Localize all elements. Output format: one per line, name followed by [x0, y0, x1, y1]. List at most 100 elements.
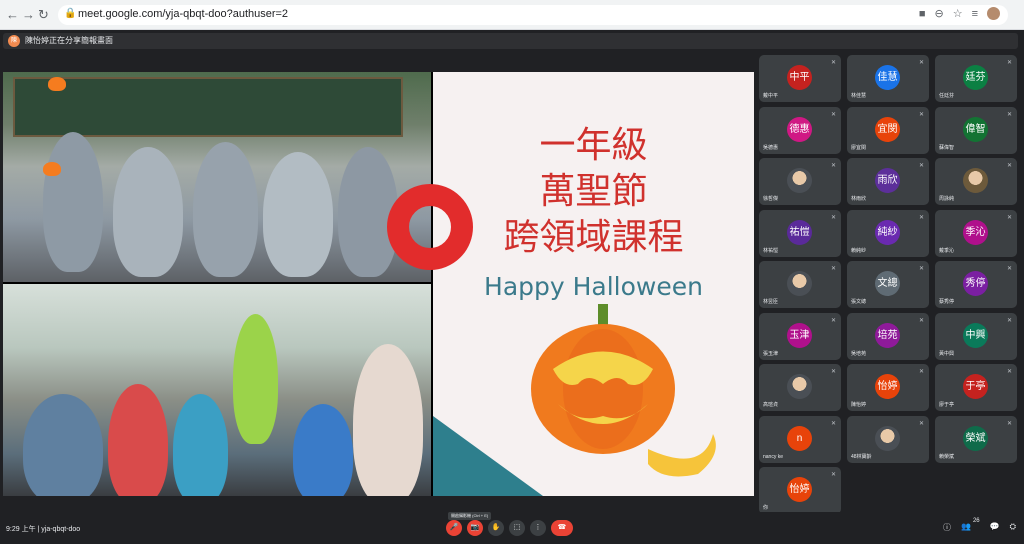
participant-tile[interactable]: 玉津 張玉津 ✕	[759, 312, 841, 360]
camera-toggle-button[interactable]: 📷	[467, 520, 483, 536]
zoom-icon[interactable]: ⊖	[934, 7, 943, 20]
profile-avatar[interactable]	[987, 7, 1000, 20]
chat-icon[interactable]: 💬	[990, 522, 1000, 533]
participant-tile[interactable]: 廷芬任廷芬 ✕	[935, 55, 1017, 102]
muted-mic-icon: ✕	[830, 60, 836, 66]
raise-hand-button[interactable]: ✋	[488, 520, 504, 536]
address-bar[interactable]: 🔒 meet.google.com/yja-qbqt-doo?authuser=…	[58, 5, 1008, 25]
muted-mic-icon: ✕	[830, 163, 836, 169]
participant-tile[interactable]: 48林寶齡 ✕	[847, 415, 929, 463]
muted-mic-icon: ✕	[1006, 266, 1012, 272]
blackboard	[13, 77, 403, 137]
activities-icon[interactable]: ⛭	[1010, 522, 1016, 533]
participant-tile[interactable]: 榮斌 賴榮斌 ✕	[935, 415, 1017, 463]
participant-name: 林佳慧	[851, 93, 867, 99]
camera-tooltip: 開啟攝影機 (Ctrl + E)	[448, 512, 492, 520]
muted-mic-icon: ✕	[918, 266, 924, 272]
reload-icon[interactable]: ↻	[38, 7, 49, 23]
mic-toggle-button[interactable]: 🎤	[446, 520, 462, 536]
lock-icon: 🔒	[64, 8, 77, 19]
participant-tile[interactable]: n nancy ke ✕	[759, 415, 841, 463]
participant-tile[interactable]: 徐哲傑 ✕	[759, 158, 841, 205]
slide-title-panel: 一年級 萬聖節 跨領域課程 Happy Halloween	[433, 72, 754, 496]
participant-name: 林祐愷	[763, 247, 779, 254]
participant-name: 賴純紗	[851, 247, 867, 254]
browser-toolbar: ← → ↻ 🔒 meet.google.com/yja-qbqt-doo?aut…	[0, 0, 1024, 30]
participant-count: 26	[972, 518, 980, 524]
participant-tile[interactable]: 宜閔 廖宜閔 ✕	[847, 106, 929, 154]
participant-avatar: 宜閔	[875, 116, 900, 142]
muted-mic-icon: ✕	[918, 60, 924, 66]
participant-tile[interactable]: 偉智 蘇偉智 ✕	[935, 106, 1017, 154]
right-controls: ⓘ 👥 26 💬 ⛭	[943, 518, 1016, 533]
presenting-text: 陳怡婷正在分享簡報畫面	[25, 36, 113, 45]
red-ring-shape	[387, 184, 473, 270]
participant-avatar: 怡婷	[787, 477, 812, 502]
muted-mic-icon: ✕	[830, 317, 836, 324]
participant-name: 48林寶齡	[851, 453, 872, 460]
participant-avatar: 季沁	[963, 219, 988, 245]
participant-name: 林昱臣	[763, 299, 779, 305]
participant-tile[interactable]: 怡婷 陳怡婷 ✕	[847, 364, 929, 411]
people-icon[interactable]: 👥	[961, 522, 971, 533]
participant-tile[interactable]: 中平 戴中平 ✕	[759, 55, 841, 102]
participant-photo	[875, 425, 900, 451]
participant-tile[interactable]: 祐愷林祐愷 ✕	[759, 209, 841, 257]
participant-avatar: 文總	[875, 271, 900, 296]
participant-tile[interactable]: 秀停 蔡秀停 ✕	[935, 261, 1017, 308]
participant-name: 陳怡婷	[851, 402, 867, 408]
participant-tile[interactable]: 于亭 廖于亭 ✕	[935, 364, 1017, 411]
muted-mic-icon: ✕	[918, 317, 924, 324]
participant-tile[interactable]: 培苑 吳培苑 ✕	[847, 312, 929, 360]
participant-avatar: 榮斌	[963, 425, 988, 451]
participant-tile[interactable]: 怡婷你 ✕	[759, 467, 841, 514]
participant-name: 任廷芬	[939, 93, 955, 99]
pumpkin-icon	[531, 304, 716, 477]
muted-mic-icon: ✕	[1006, 214, 1012, 221]
participant-name: 蘇偉智	[939, 144, 955, 151]
participant-tile[interactable]: 純紗 賴純紗 ✕	[847, 209, 929, 257]
participant-tile[interactable]: 季沁 戴季沁 ✕	[935, 209, 1017, 257]
present-button[interactable]: ⬚	[509, 520, 525, 536]
participant-name: 高瑄貞	[763, 402, 779, 408]
participant-tile[interactable]: 高瑄貞 ✕	[759, 364, 841, 411]
leave-call-button[interactable]: ☎	[551, 520, 573, 536]
meeting-controls-bar: 9:29 上午 | yja-qbqt-doo 開啟攝影機 (Ctrl + E) …	[0, 512, 1024, 544]
muted-mic-icon: ✕	[918, 111, 924, 118]
muted-mic-icon: ✕	[1006, 317, 1012, 324]
participant-avatar: 廷芬	[963, 65, 988, 90]
back-icon[interactable]: ←	[6, 7, 19, 22]
teal-corner-shape	[433, 416, 543, 496]
info-icon[interactable]: ⓘ	[943, 522, 951, 533]
participant-avatar: 祐愷	[787, 219, 812, 245]
participant-avatar: 雨欣	[875, 168, 900, 193]
participant-tile[interactable]: 德惠 吳德惠 ✕	[759, 106, 841, 154]
participant-tile[interactable]: 佳慧 林佳慧 ✕	[847, 55, 929, 102]
participant-avatar: n	[787, 425, 812, 451]
participant-name: 廖于亭	[939, 402, 955, 408]
participant-tile[interactable]: 中興 黃中興 ✕	[935, 312, 1017, 360]
muted-mic-icon: ✕	[830, 111, 836, 118]
presenter-avatar: 陳	[8, 35, 20, 47]
participant-avatar: 培苑	[875, 322, 900, 348]
menu-icon[interactable]: ≡	[972, 8, 978, 20]
participant-avatar: 德惠	[787, 116, 812, 142]
participant-name: nancy ke	[763, 453, 784, 460]
slide-title-line2: 萬聖節	[539, 171, 648, 212]
participant-name: 蔡秀停	[939, 299, 955, 305]
more-options-button[interactable]: ⋮	[530, 520, 546, 536]
muted-mic-icon: ✕	[1006, 60, 1012, 66]
star-icon[interactable]: ☆	[953, 7, 963, 20]
participant-avatar: 中平	[787, 65, 812, 90]
forward-icon[interactable]: →	[22, 7, 35, 22]
presenting-banner: 陳 陳怡婷正在分享簡報畫面	[3, 33, 1018, 49]
muted-mic-icon: ✕	[830, 214, 836, 221]
omnibox-icons: ■ ⊖ ☆ ≡	[919, 7, 1000, 20]
participant-tile[interactable]: 雨欣 林雨欣 ✕	[847, 158, 929, 205]
muted-mic-icon: ✕	[830, 369, 836, 375]
participant-tile[interactable]: 文總 張文總 ✕	[847, 261, 929, 308]
cast-icon[interactable]: ■	[919, 8, 926, 20]
participant-tile[interactable]: 林昱臣 ✕	[759, 261, 841, 308]
participant-tile[interactable]: 周詠純 ✕	[935, 158, 1017, 205]
url-text[interactable]: meet.google.com/yja-qbqt-doo?authuser=2	[78, 8, 288, 20]
